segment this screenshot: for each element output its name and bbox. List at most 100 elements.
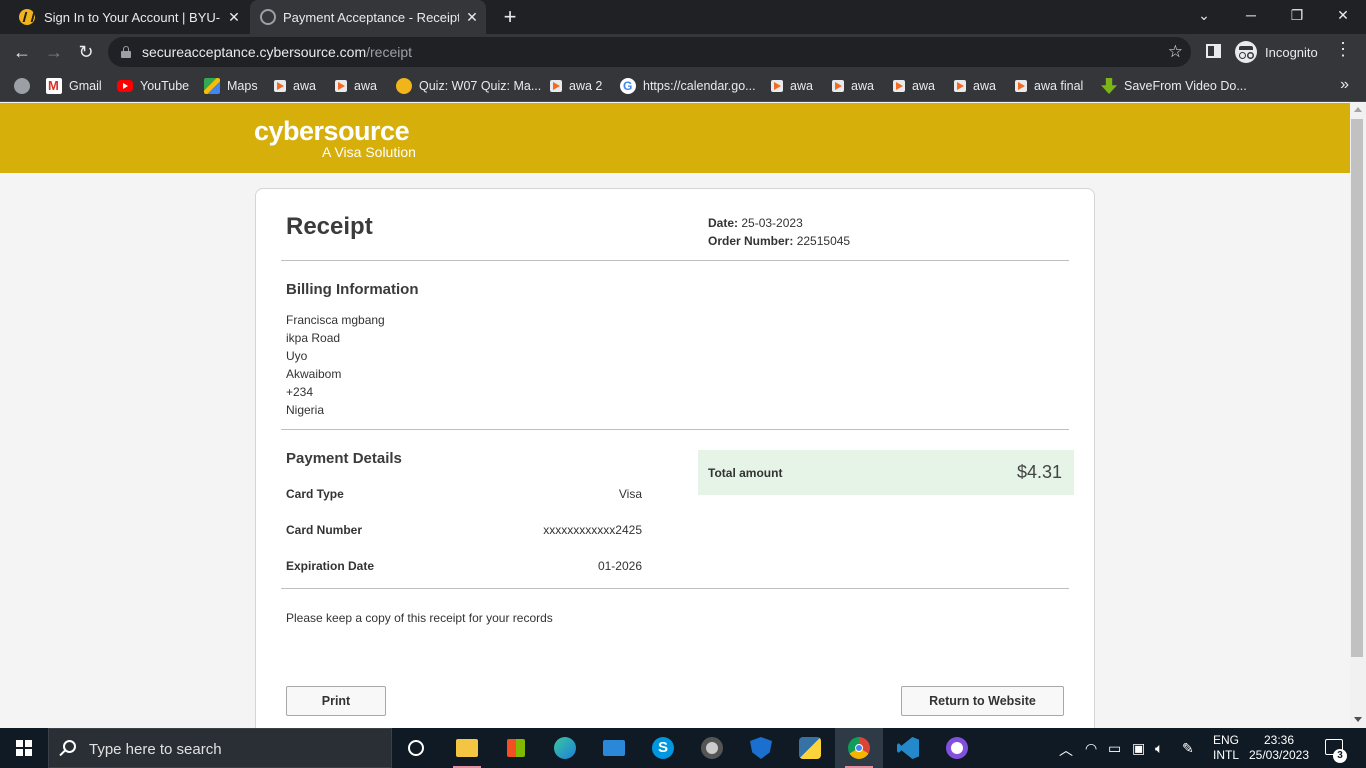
scroll-up-arrow-icon[interactable]	[1354, 107, 1362, 112]
awa-icon	[274, 80, 286, 92]
cybersource-logo: cybersource	[254, 116, 410, 146]
vscode-icon[interactable]	[884, 728, 932, 768]
total-amount-label: Total amount	[708, 466, 783, 480]
python-icon[interactable]	[786, 728, 834, 768]
search-placeholder: Type here to search	[89, 741, 222, 758]
url-text[interactable]: secureacceptance.cybersource.com/receipt	[142, 44, 412, 60]
receipt-note: Please keep a copy of this receipt for y…	[286, 611, 553, 625]
volume-icon[interactable]: 🔈︎	[1155, 740, 1163, 757]
google-icon	[620, 78, 636, 94]
bookmark-calendar[interactable]: https://calendar.go...	[620, 77, 756, 95]
divider	[281, 260, 1069, 261]
forward-arrow-icon[interactable]: →	[40, 38, 68, 66]
pen-workspace-icon[interactable]: ✎	[1182, 740, 1194, 757]
microsoft-store-icon[interactable]	[492, 728, 540, 768]
bookmark-savefrom[interactable]: SaveFrom Video Do...	[1101, 77, 1247, 95]
side-panel-icon[interactable]	[1206, 44, 1221, 58]
bookmark-gmail[interactable]: Gmail	[46, 77, 102, 95]
defender-icon[interactable]	[737, 728, 785, 768]
youtube-icon	[117, 80, 133, 92]
bookmark-awa[interactable]: awa	[274, 77, 316, 95]
awa-icon	[1015, 80, 1027, 92]
apps-shortcut[interactable]	[14, 77, 37, 95]
close-window-icon[interactable]: ✕	[1320, 0, 1366, 34]
bookmark-awa-2[interactable]: awa 2	[550, 77, 602, 95]
card-number-label: Card Number	[286, 523, 363, 537]
savefrom-icon	[1101, 78, 1117, 94]
bookmark-label: awa	[912, 79, 935, 93]
receipt-date: Date: 25-03-2023	[708, 216, 803, 230]
new-tab-icon[interactable]: +	[500, 6, 520, 28]
bookmark-awa[interactable]: awa	[335, 77, 377, 95]
bookmark-star-icon[interactable]: ☆	[1168, 42, 1183, 62]
awa-icon	[335, 80, 347, 92]
close-tab-icon[interactable]: ✕	[226, 9, 242, 25]
address-bar[interactable]: secureacceptance.cybersource.com/receipt…	[108, 37, 1191, 67]
billing-heading: Billing Information	[286, 281, 419, 298]
card-number-row: Card Number xxxxxxxxxxxx2425	[286, 523, 642, 537]
bookmark-youtube[interactable]: YouTube	[117, 77, 189, 95]
awa-icon	[893, 80, 905, 92]
bookmark-label: awa final	[1034, 79, 1084, 93]
media-player-icon[interactable]	[688, 728, 736, 768]
return-to-website-button[interactable]: Return to Website	[901, 686, 1064, 716]
more-bookmarks-icon[interactable]: »	[1340, 76, 1349, 94]
minimize-icon[interactable]: ─	[1228, 0, 1274, 34]
bookmark-awa[interactable]: awa	[954, 77, 996, 95]
task-view-icon[interactable]	[392, 728, 440, 768]
back-arrow-icon[interactable]: ←	[8, 38, 36, 66]
incognito-profile-button[interactable]: Incognito	[1235, 41, 1318, 63]
bookmark-label: awa	[293, 79, 316, 93]
card-type-row: Card Type Visa	[286, 487, 642, 501]
globe-icon	[260, 9, 276, 25]
edge-icon[interactable]	[541, 728, 589, 768]
file-explorer-icon[interactable]	[443, 728, 491, 768]
chrome-icon[interactable]	[835, 728, 883, 768]
page-scrollbar[interactable]	[1350, 103, 1366, 728]
bookmark-label: awa 2	[569, 79, 603, 93]
system-clock[interactable]: 23:36 25/03/2023	[1248, 733, 1310, 763]
billing-state: Akwaibom	[286, 367, 342, 381]
date-value: 25-03-2023	[741, 216, 803, 230]
show-hidden-icons-chevron-icon[interactable]: ︿	[1059, 740, 1073, 760]
bookmark-awa[interactable]: awa	[893, 77, 935, 95]
wifi-icon[interactable]: ◠	[1085, 740, 1097, 757]
globe-icon	[14, 78, 30, 94]
tab-search-chevron-icon[interactable]: ⌄	[1181, 0, 1227, 34]
date-label: Date:	[708, 216, 739, 230]
scroll-thumb[interactable]	[1351, 119, 1363, 657]
lock-icon[interactable]	[121, 46, 131, 58]
billing-city: Uyo	[286, 349, 308, 363]
receipt-card: Receipt Date: 25-03-2023 Order Number: 2…	[255, 188, 1095, 728]
bookmark-awa[interactable]: awa	[832, 77, 874, 95]
more-menu-icon[interactable]: ⋮	[1334, 39, 1352, 60]
restore-icon[interactable]: ❐	[1274, 0, 1320, 34]
bookmark-awa-final[interactable]: awa final	[1015, 77, 1083, 95]
bookmark-maps[interactable]: Maps	[204, 77, 258, 95]
language-code: ENG	[1213, 733, 1240, 747]
meet-now-icon[interactable]: ▣	[1132, 740, 1145, 757]
bookmark-label: YouTube	[140, 79, 190, 93]
billing-street: ikpa Road	[286, 331, 341, 345]
bookmark-label: awa	[851, 79, 874, 93]
skype-icon[interactable]: S	[639, 728, 687, 768]
clock-date: 25/03/2023	[1248, 748, 1310, 762]
taskbar-search-box[interactable]: Type here to search	[48, 728, 392, 768]
language-indicator[interactable]: ENG INTL	[1213, 733, 1239, 763]
bookmark-label: awa	[973, 79, 996, 93]
bookmark-quiz[interactable]: Quiz: W07 Quiz: Ma...	[396, 77, 541, 95]
scroll-down-arrow-icon[interactable]	[1354, 717, 1362, 722]
print-button[interactable]: Print	[286, 686, 386, 716]
windows-start-icon[interactable]	[16, 740, 32, 756]
reload-icon[interactable]: ↻	[72, 38, 100, 66]
bookmark-awa[interactable]: awa	[771, 77, 813, 95]
github-desktop-icon[interactable]	[933, 728, 981, 768]
payment-heading: Payment Details	[286, 450, 402, 467]
tab-byu-signin[interactable]: Sign In to Your Account | BYU-Pat ✕	[8, 0, 248, 34]
billing-country: Nigeria	[286, 403, 325, 417]
battery-icon[interactable]: ▭	[1108, 740, 1121, 757]
close-tab-icon[interactable]: ✕	[464, 9, 480, 25]
expiration-date-row: Expiration Date 01-2026	[286, 559, 642, 573]
tab-payment-receipt[interactable]: Payment Acceptance - Receipt ✕	[250, 0, 486, 34]
mail-icon[interactable]	[590, 728, 638, 768]
